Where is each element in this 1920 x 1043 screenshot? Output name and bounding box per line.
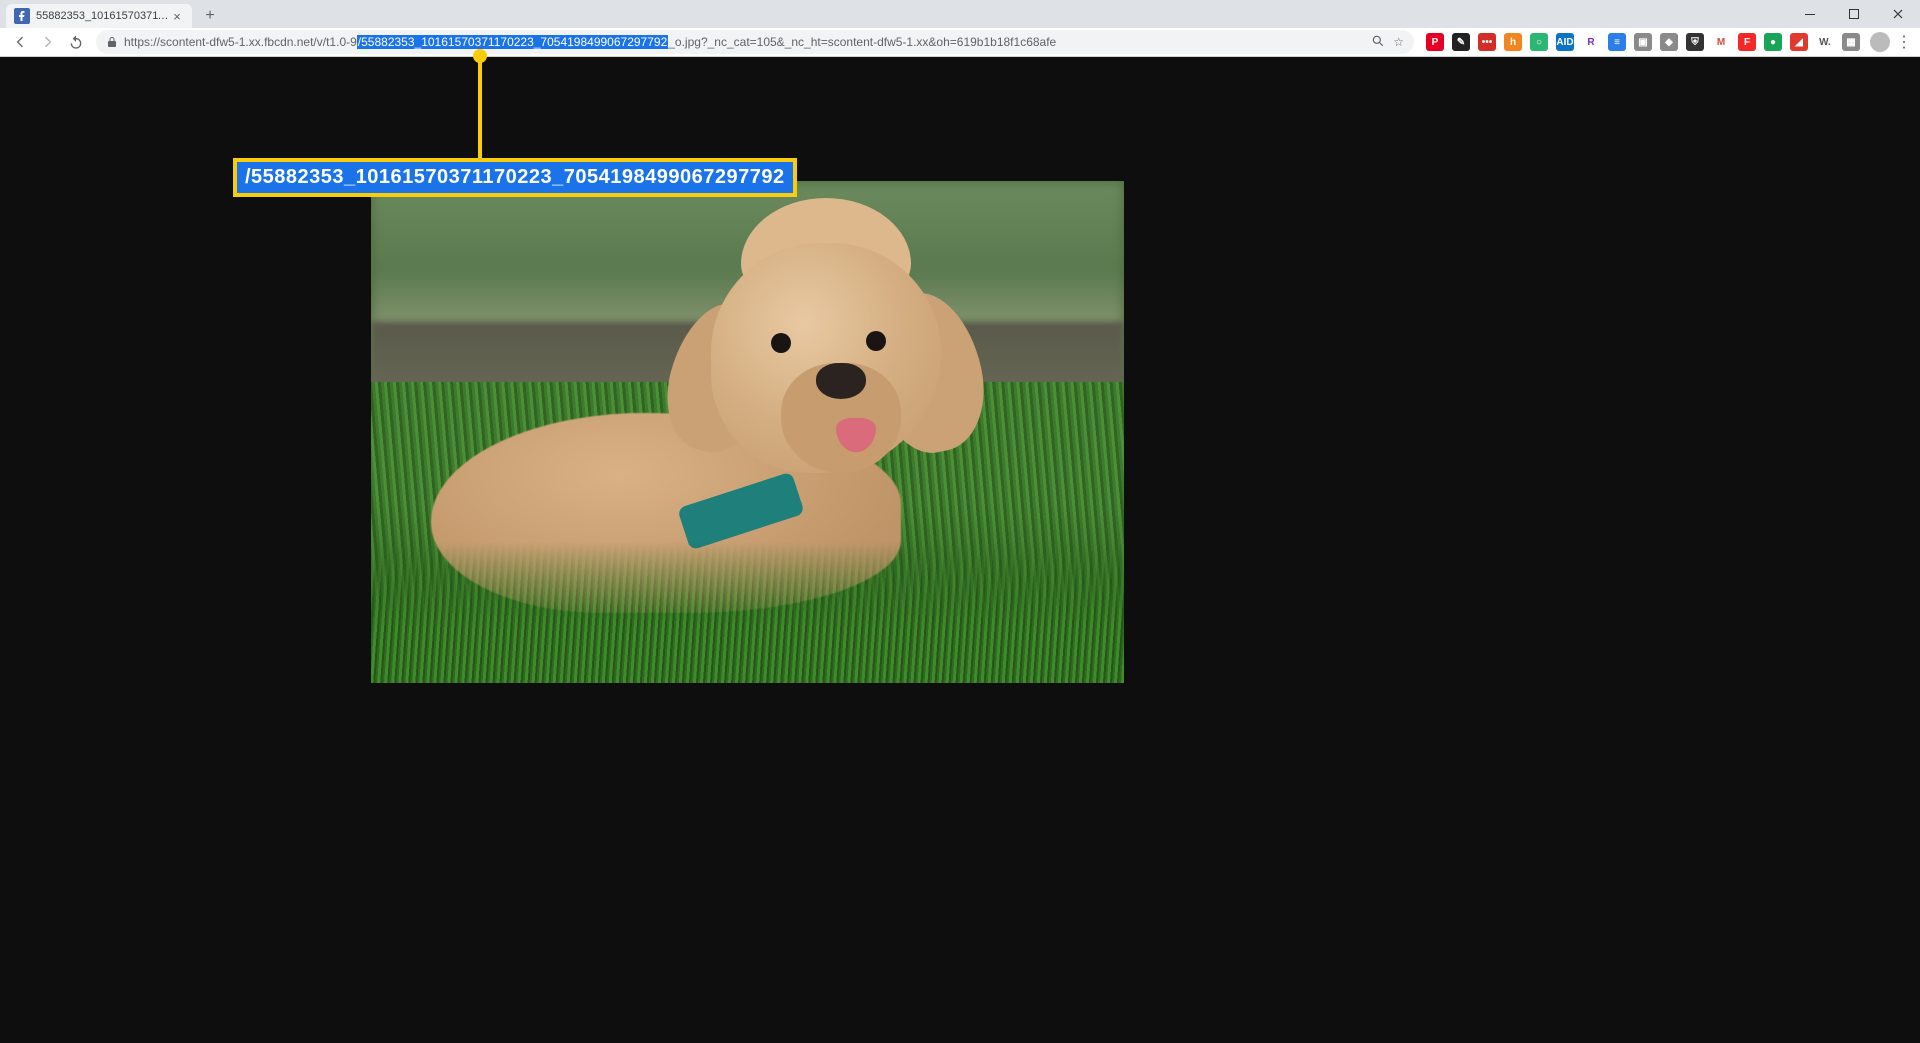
facebook-favicon-icon	[14, 8, 30, 24]
extension-ext-blue-icon[interactable]: ≡	[1608, 33, 1626, 51]
extension-ext-gray1-icon[interactable]: ▣	[1634, 33, 1652, 51]
url-suffix: _o.jpg?_nc_cat=105&_nc_ht=scontent-dfw5-…	[668, 35, 1056, 49]
tab-title: 55882353_10161570371170223_	[36, 10, 170, 22]
bookmark-star-icon[interactable]: ☆	[1393, 35, 1404, 49]
url-text: https://scontent-dfw5-1.xx.fbcdn.net/v/t…	[124, 35, 1056, 49]
extension-ext-gray2-icon[interactable]: ◆	[1660, 33, 1678, 51]
callout-box: /55882353_10161570371170223_705419849906…	[233, 158, 797, 197]
extension-wikipedia-icon[interactable]: W.	[1816, 33, 1834, 51]
browser-chrome: 55882353_10161570371170223_ × +	[0, 0, 1920, 57]
profile-avatar[interactable]	[1870, 32, 1890, 52]
extension-eyedropper-icon[interactable]: ✎	[1452, 33, 1470, 51]
address-bar[interactable]: https://scontent-dfw5-1.xx.fbcdn.net/v/t…	[96, 30, 1414, 54]
extension-lastpass-icon[interactable]: •••	[1478, 33, 1496, 51]
extension-ext-aid-icon[interactable]: AID	[1556, 33, 1574, 51]
extension-gmail-icon[interactable]: M	[1712, 33, 1730, 51]
photo-grass-foreground	[371, 542, 1124, 683]
lock-icon	[106, 36, 118, 48]
window-minimize-button[interactable]	[1788, 0, 1832, 28]
browser-toolbar: https://scontent-dfw5-1.xx.fbcdn.net/v/t…	[0, 28, 1920, 57]
extension-pinterest-icon[interactable]: P	[1426, 33, 1444, 51]
extension-ext-red2-icon[interactable]: ◢	[1790, 33, 1808, 51]
extension-ext-shield-icon[interactable]: ⛨	[1686, 33, 1704, 51]
tab-close-icon[interactable]: ×	[170, 9, 184, 23]
callout-line	[478, 52, 482, 160]
extensions-bar: P ✎ ••• h ○ AID R ≡ ▣ ◆ ⛨ MF ● ◢ W. ▦	[1420, 33, 1866, 51]
extension-honey-icon[interactable]: h	[1504, 33, 1522, 51]
image-viewer[interactable]	[371, 181, 1124, 683]
zoom-icon[interactable]	[1371, 34, 1385, 51]
forward-button[interactable]	[34, 29, 62, 55]
reload-button[interactable]	[62, 29, 90, 55]
url-selected: /55882353_10161570371170223_705419849906…	[357, 35, 668, 49]
window-controls	[1788, 0, 1920, 28]
extension-ext-green-icon[interactable]: ●	[1764, 33, 1782, 51]
extension-grammarly-icon[interactable]: ○	[1530, 33, 1548, 51]
extension-flipboard-icon[interactable]: F	[1738, 33, 1756, 51]
tab-strip: 55882353_10161570371170223_ × +	[0, 0, 1920, 28]
new-tab-button[interactable]: +	[198, 4, 222, 28]
window-maximize-button[interactable]	[1832, 0, 1876, 28]
url-prefix: https://scontent-dfw5-1.xx.fbcdn.net/v/t…	[124, 35, 357, 49]
extension-rakuten-icon[interactable]: R	[1582, 33, 1600, 51]
photo-dog-head	[671, 213, 971, 503]
chrome-menu-button[interactable]: ⋮	[1894, 32, 1914, 52]
back-button[interactable]	[6, 29, 34, 55]
browser-tab[interactable]: 55882353_10161570371170223_ ×	[6, 4, 192, 28]
extension-ext-gray3-icon[interactable]: ▦	[1842, 33, 1860, 51]
page-content	[0, 57, 1920, 1043]
window-close-button[interactable]	[1876, 0, 1920, 28]
omnibox-actions: ☆	[1371, 34, 1404, 51]
